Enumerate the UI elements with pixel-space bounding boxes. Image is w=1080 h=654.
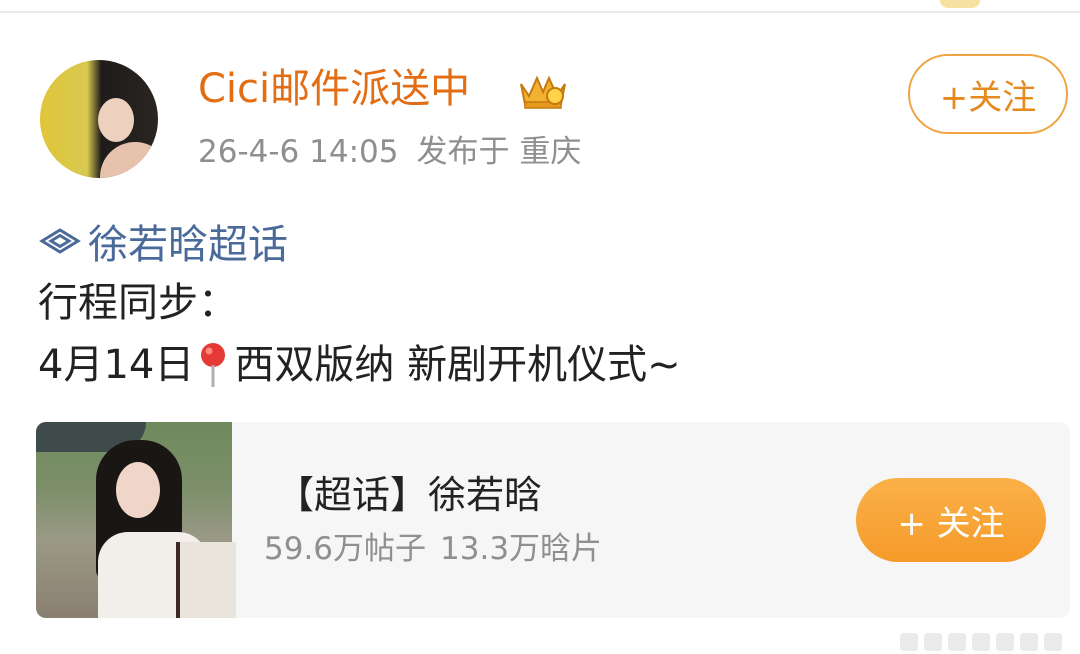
- watermark-glyph: [996, 633, 1014, 651]
- post-text-line-2: 4月14日 西双版纳 新剧开机仪式~: [38, 338, 681, 392]
- watermark: [900, 630, 1080, 654]
- avatar[interactable]: [40, 60, 158, 178]
- avatar-shoulder: [100, 142, 158, 178]
- supertopic-diamond-icon: [39, 228, 81, 254]
- post-text-line-1: 行程同步：: [38, 280, 238, 326]
- location-pin-icon: [201, 343, 226, 387]
- avatar-face: [98, 98, 134, 142]
- posts-count: 59.6万帖子: [264, 531, 427, 567]
- watermark-glyph: [948, 633, 966, 651]
- watermark-glyph: [1044, 633, 1062, 651]
- watermark-glyph: [972, 633, 990, 651]
- event-description: 西双版纳 新剧开机仪式~: [234, 342, 681, 388]
- supertopic-label: 徐若晗超话: [88, 222, 288, 268]
- post-meta: 26-4-6 14:05 发布于 重庆: [198, 130, 581, 174]
- supertopic-link[interactable]: 徐若晗超话: [38, 214, 288, 268]
- crown-badge-icon[interactable]: [515, 68, 571, 112]
- supertopic-card[interactable]: 【超话】徐若晗 59.6万帖子 13.3万晗片 + 关注: [36, 422, 1070, 618]
- supertopic-card-stats: 59.6万帖子 13.3万晗片: [264, 528, 602, 570]
- top-divider: [0, 11, 1080, 13]
- follow-button[interactable]: +关注: [908, 54, 1068, 134]
- photo-face: [116, 462, 160, 518]
- watermark-glyph: [900, 633, 918, 651]
- watermark-glyph: [1020, 633, 1038, 651]
- post-location: 发布于 重庆: [416, 134, 582, 170]
- supertopic-card-title: 【超话】徐若晗: [276, 473, 543, 517]
- fans-count: 13.3万晗片: [440, 531, 603, 567]
- supertopic-cover-image: [36, 422, 236, 618]
- top-decoration: [940, 0, 980, 8]
- event-date: 4月14日: [38, 342, 195, 388]
- post-date: 26-4-6 14:05: [198, 134, 399, 170]
- username[interactable]: Cici邮件派送中: [198, 62, 470, 116]
- photo-bag: [176, 542, 236, 618]
- supertopic-follow-button[interactable]: + 关注: [856, 478, 1046, 562]
- watermark-glyph: [924, 633, 942, 651]
